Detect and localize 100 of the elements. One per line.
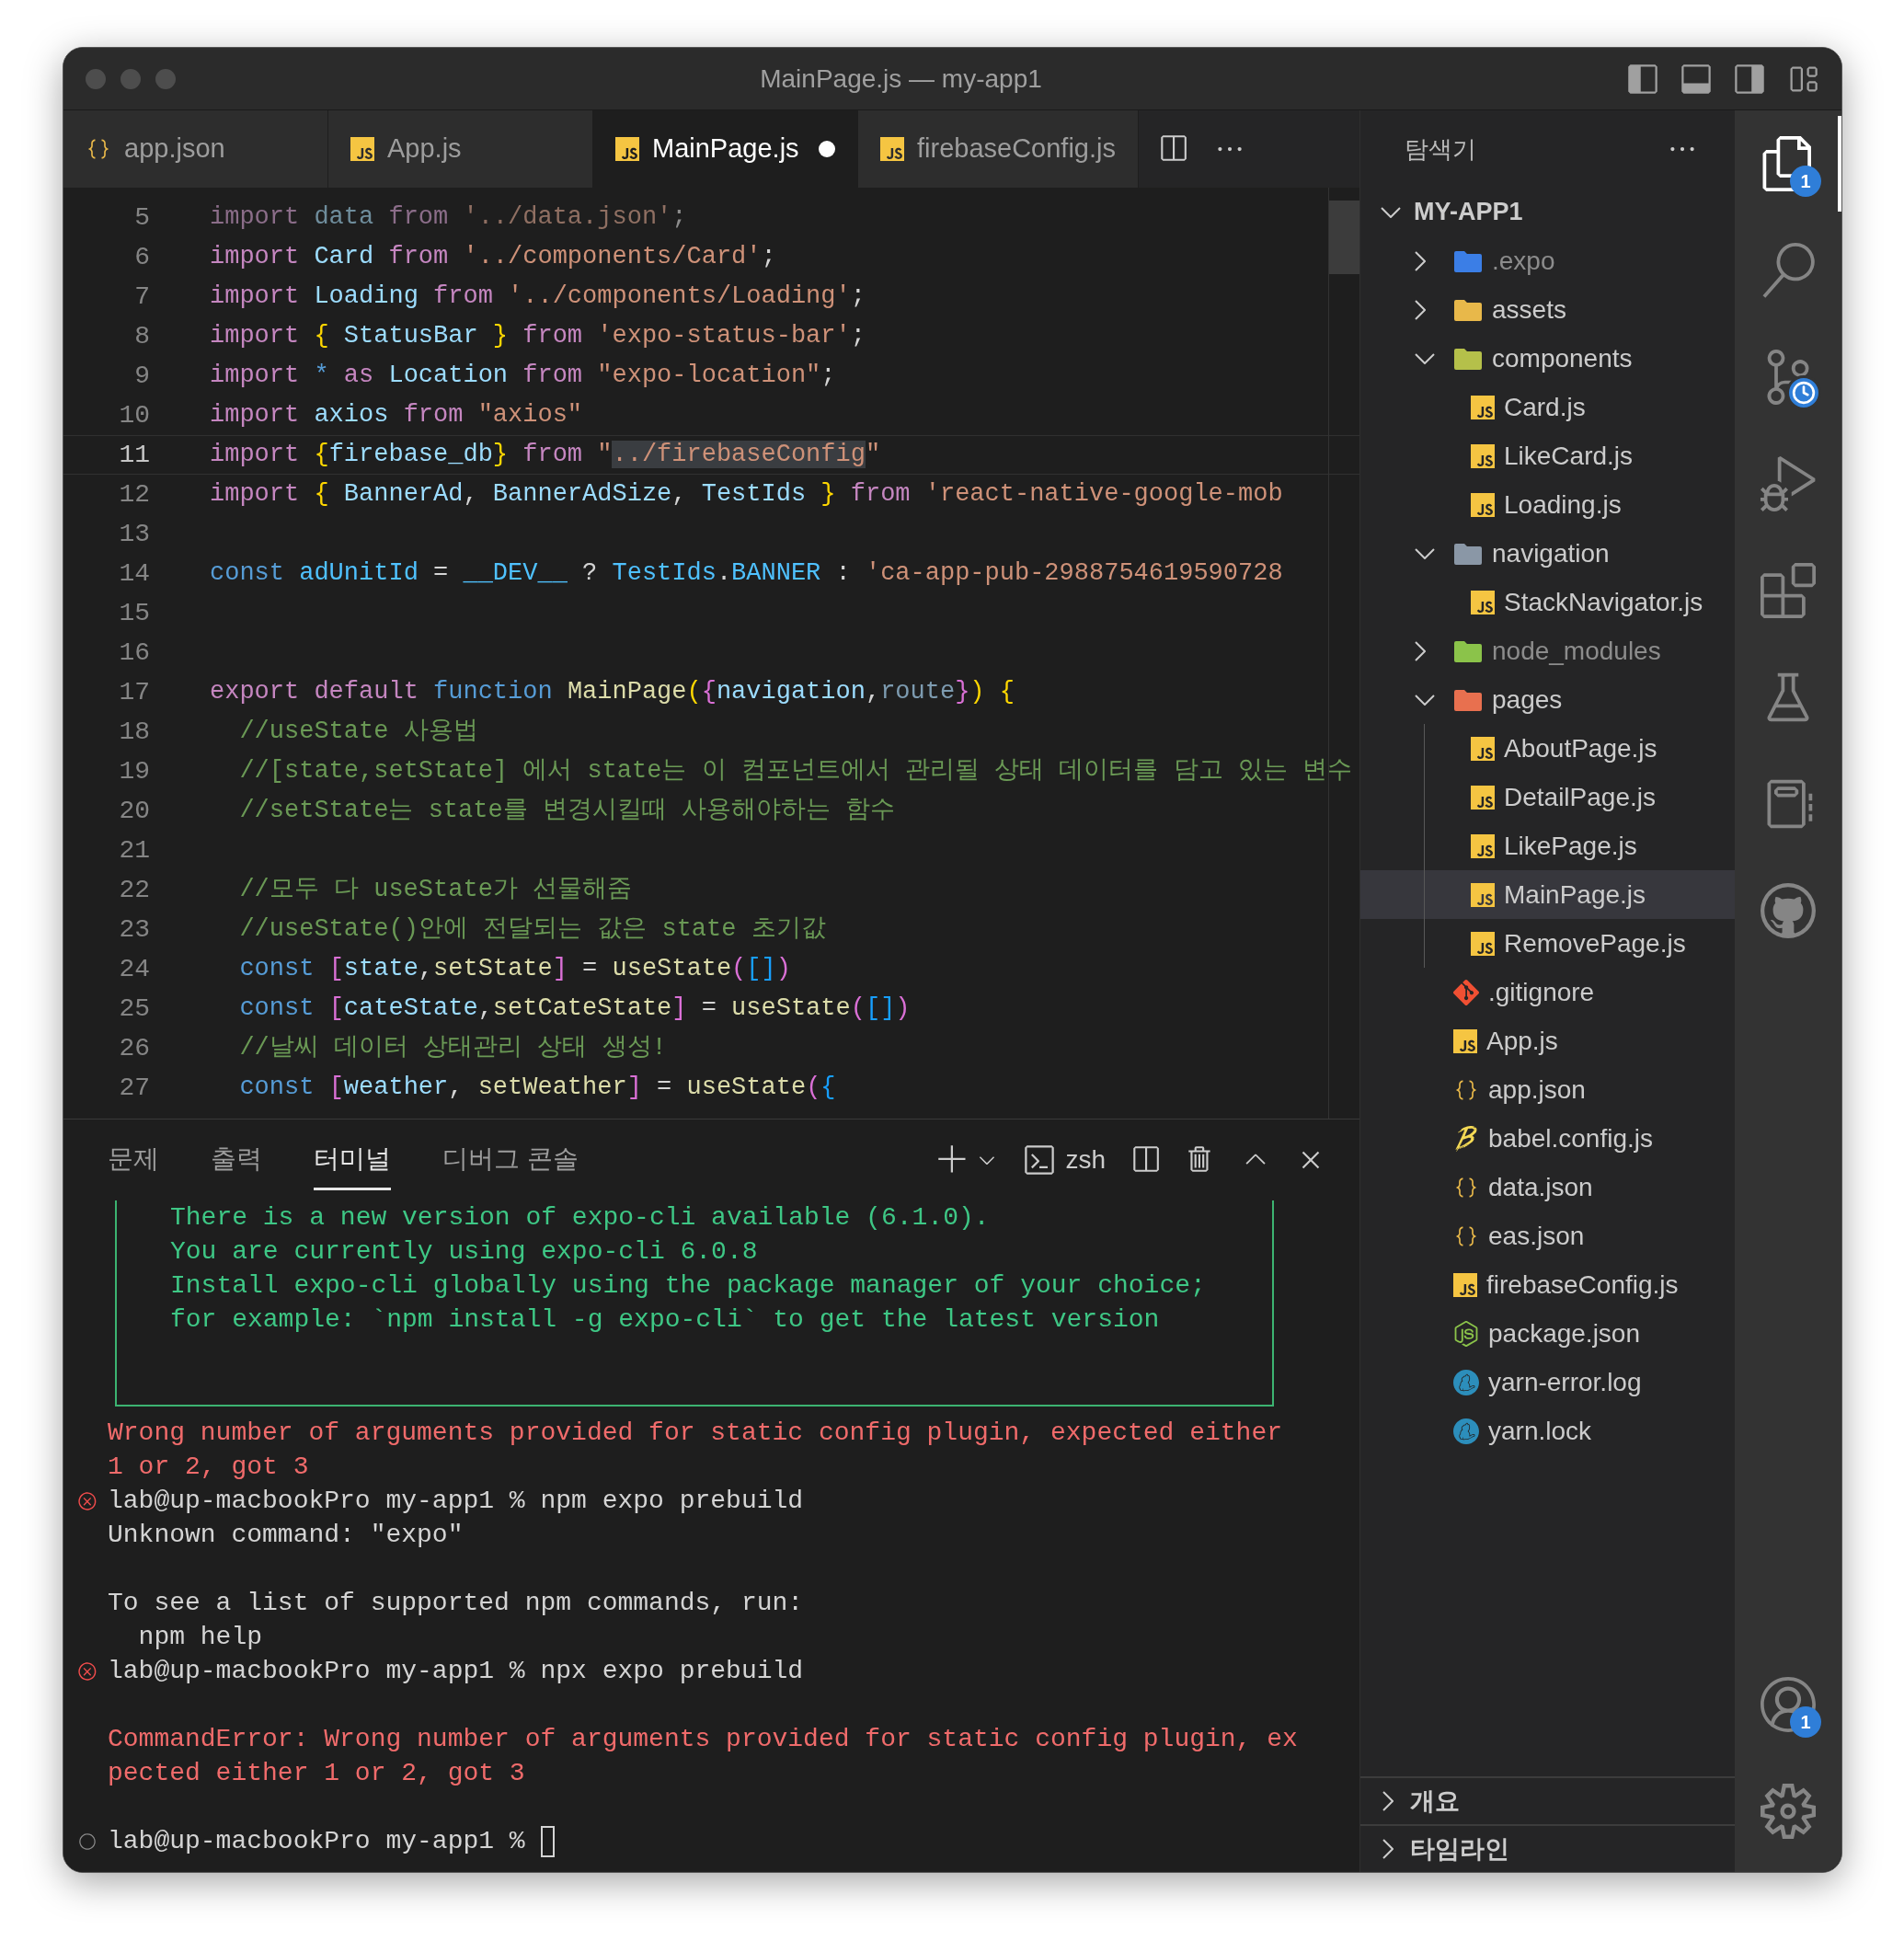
line-number: 14 bbox=[118, 557, 150, 590]
panel-toggle-icon[interactable] bbox=[1680, 62, 1713, 96]
javascript-file-icon bbox=[350, 137, 374, 161]
javascript-file-icon bbox=[1471, 833, 1495, 858]
terminal-cursor bbox=[540, 1825, 555, 1857]
code-line: //setState는 state를 변경시킬때 사용해야하는 함수 bbox=[238, 796, 896, 827]
folder-icon bbox=[1453, 297, 1483, 322]
folder-item[interactable]: navigation bbox=[1360, 529, 1735, 578]
terminal-line: lab@up-macbookPro my-app1 % npx expo prebuild bbox=[108, 1656, 804, 1687]
file-item[interactable]: AboutPage.js bbox=[1360, 724, 1735, 773]
javascript-file-icon bbox=[615, 137, 639, 161]
panel-tab[interactable]: 터미널 bbox=[314, 1130, 391, 1190]
window-title: MainPage.js — my-app1 bbox=[760, 63, 1042, 95]
file-item[interactable]: yarn-error.log bbox=[1360, 1358, 1735, 1407]
code-line: import { StatusBar } from 'expo-status-bar'; bbox=[210, 321, 866, 352]
sidebar-title: 탐색기 bbox=[1405, 133, 1476, 165]
file-item[interactable]: LikePage.js bbox=[1360, 821, 1735, 870]
folder-item[interactable]: node_modules bbox=[1360, 626, 1735, 675]
line-number: 6 bbox=[133, 241, 150, 273]
file-item[interactable]: DetailPage.js bbox=[1360, 773, 1735, 821]
line-number: 10 bbox=[118, 399, 150, 431]
file-item[interactable]: eas.json bbox=[1360, 1211, 1735, 1260]
chevron-icon bbox=[1382, 1791, 1394, 1811]
editor-tab[interactable]: App.js bbox=[328, 110, 593, 188]
line-number: 18 bbox=[118, 716, 150, 748]
terminal-line: Install expo-cli globally using the package manager of your choice; bbox=[170, 1270, 1207, 1302]
code-line: import Card from '../components/Card'; bbox=[210, 242, 776, 273]
folder-icon bbox=[1453, 687, 1483, 712]
folder-root[interactable]: MY-APP1 bbox=[1360, 188, 1735, 236]
javascript-file-icon bbox=[1471, 395, 1495, 419]
file-item[interactable]: StackNavigator.js bbox=[1360, 578, 1735, 626]
error-icon bbox=[77, 1490, 97, 1511]
folder-item[interactable]: components bbox=[1360, 334, 1735, 383]
git-file-icon bbox=[1453, 979, 1479, 1005]
file-item[interactable]: Card.js bbox=[1360, 383, 1735, 431]
panel-tab[interactable]: 문제 bbox=[108, 1130, 159, 1190]
sidebar-toggle-icon[interactable] bbox=[1733, 62, 1766, 96]
terminal-line: lab@up-macbookPro my-app1 % npm expo prebuild bbox=[108, 1486, 804, 1517]
code-line: const [cateState,setCateState] = useState([]) bbox=[238, 993, 911, 1025]
file-item[interactable]: yarn.lock bbox=[1360, 1407, 1735, 1455]
line-number: 25 bbox=[118, 993, 150, 1025]
javascript-file-icon bbox=[1471, 590, 1495, 614]
javascript-file-icon bbox=[880, 137, 904, 161]
terminal-line: lab@up-macbookPro my-app1 % bbox=[108, 1826, 525, 1857]
code-line: import data from '../data.json'; bbox=[210, 202, 687, 234]
javascript-file-icon bbox=[1471, 736, 1495, 761]
file-item[interactable]: RemovePage.js bbox=[1360, 919, 1735, 968]
chevron-icon bbox=[1382, 1839, 1394, 1859]
file-item[interactable]: MainPage.js bbox=[1360, 870, 1735, 919]
chevron-icon bbox=[1415, 640, 1426, 661]
terminal-line: Unknown command: "expo" bbox=[108, 1520, 464, 1551]
file-item[interactable]: App.js bbox=[1360, 1016, 1735, 1065]
file-item[interactable]: LikeCard.js bbox=[1360, 431, 1735, 480]
panel-tab[interactable]: 디버그 콘솔 bbox=[442, 1130, 579, 1190]
file-item[interactable]: app.json bbox=[1360, 1065, 1735, 1114]
line-number: 9 bbox=[133, 360, 150, 392]
editor-tab[interactable]: MainPage.js bbox=[593, 110, 858, 188]
code-line: import {firebase_db} from "../firebaseConfig" bbox=[210, 440, 881, 471]
terminal-line: npm help bbox=[137, 1622, 263, 1653]
file-item[interactable]: firebaseConfig.js bbox=[1360, 1260, 1735, 1309]
line-number: 17 bbox=[118, 676, 150, 708]
editor-tab[interactable]: app.json bbox=[63, 110, 328, 188]
line-number: 24 bbox=[118, 953, 150, 985]
file-item[interactable]: babel.config.js bbox=[1360, 1114, 1735, 1163]
chevron-icon bbox=[1415, 547, 1435, 559]
file-item[interactable]: data.json bbox=[1360, 1163, 1735, 1211]
folder-item[interactable]: pages bbox=[1360, 675, 1735, 724]
file-item[interactable]: package.json bbox=[1360, 1309, 1735, 1358]
line-number: 13 bbox=[118, 518, 150, 550]
code-line: const adUnitId = __DEV__ ? TestIds.BANNER : 'ca-app-pub-2988754619590728 bbox=[210, 558, 1283, 590]
chevron-icon bbox=[1381, 206, 1401, 218]
line-number: 21 bbox=[118, 834, 150, 867]
terminal-line: for example: `npm install -g expo-cli` to get the latest version bbox=[170, 1304, 1161, 1336]
chevron-icon bbox=[1415, 694, 1435, 706]
editor-tab[interactable]: firebaseConfig.js bbox=[858, 110, 1139, 188]
line-number: 20 bbox=[118, 795, 150, 827]
chevron-icon bbox=[1415, 352, 1435, 364]
code-line: import { BannerAd, BannerAdSize, TestIds } from 'react-native-google-mob bbox=[210, 479, 1283, 511]
shell-name[interactable]: zsh bbox=[1065, 1141, 1106, 1179]
code-line: export default function MainPage({navigation,route}) { bbox=[210, 677, 1015, 708]
terminal-line: You are currently using expo-cli 6.0.8 bbox=[170, 1236, 759, 1268]
line-number: 15 bbox=[118, 597, 150, 629]
yarn-file-icon bbox=[1453, 1418, 1479, 1444]
babel-file-icon bbox=[1453, 1125, 1479, 1152]
folder-item[interactable]: .expo bbox=[1360, 236, 1735, 285]
file-item[interactable]: Loading.js bbox=[1360, 480, 1735, 529]
node-file-icon bbox=[1453, 1320, 1479, 1347]
sidebar-toggle-icon[interactable] bbox=[1626, 62, 1659, 96]
panel-tab[interactable]: 출력 bbox=[211, 1130, 262, 1190]
code-line: //날씨 데이터 상태관리 상태 생성! bbox=[238, 1033, 667, 1064]
folder-icon bbox=[1453, 541, 1483, 566]
line-number: 7 bbox=[133, 281, 150, 313]
error-icon bbox=[77, 1660, 97, 1682]
terminal-line: There is a new version of expo-cli available (6.1.0). bbox=[170, 1202, 991, 1234]
line-number: 11 bbox=[118, 439, 150, 471]
file-item[interactable]: .gitignore bbox=[1360, 968, 1735, 1016]
folder-icon bbox=[1453, 638, 1483, 663]
terminal-icon bbox=[1023, 1143, 1057, 1177]
folder-item[interactable]: assets bbox=[1360, 285, 1735, 334]
terminal-line: 1 or 2, got 3 bbox=[108, 1452, 309, 1483]
